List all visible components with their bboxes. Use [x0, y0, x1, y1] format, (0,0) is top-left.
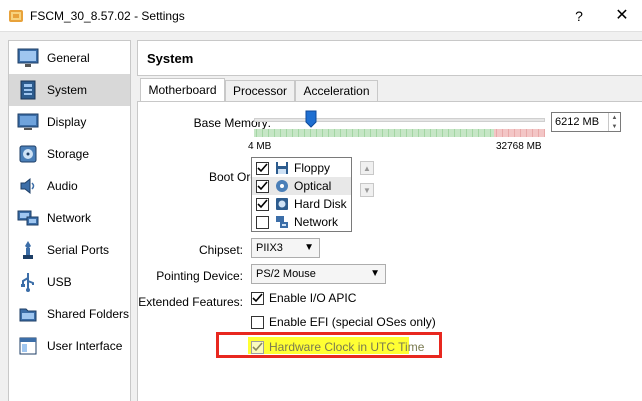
sidebar-item-label: Storage — [47, 147, 90, 161]
utc-label: Hardware Clock in UTC Time — [269, 340, 425, 354]
move-down-icon[interactable]: ▼ — [360, 183, 374, 197]
boot-item-label: Network — [294, 215, 339, 229]
sidebar-item-label: System — [47, 83, 88, 97]
sidebar-item-usb[interactable]: USB — [9, 266, 130, 298]
sidebar-item-display[interactable]: Display — [9, 106, 130, 138]
sidebar-item-general[interactable]: General — [9, 42, 130, 74]
sidebar-item-audio[interactable]: Audio — [9, 170, 130, 202]
move-up-icon[interactable]: ▲ — [360, 161, 374, 175]
title-bar: FSCM_30_8.57.02 - Settings ? ✕ — [0, 0, 642, 32]
extended-features-label: Extended Features: — [138, 295, 243, 309]
sidebar-item-label: Display — [47, 115, 87, 129]
boot-item-hard-disk[interactable]: Hard Disk — [252, 195, 351, 213]
boot-item-label: Floppy — [294, 161, 331, 175]
chipset-value: PIIX3 — [256, 242, 283, 254]
boot-item-floppy[interactable]: Floppy — [252, 159, 351, 177]
efi-label: Enable EFI (special OSes only) — [269, 315, 436, 329]
sidebar-item-label: Serial Ports — [47, 243, 110, 257]
monitor-icon — [17, 47, 39, 69]
section-header: System — [137, 40, 642, 76]
sidebar-item-storage[interactable]: Storage — [9, 138, 130, 170]
base-memory-value: 6212 MB — [555, 116, 600, 128]
sidebar-item-serial-ports[interactable]: Serial Ports — [9, 234, 130, 266]
sidebar-item-system[interactable]: System — [9, 74, 130, 106]
boot-item-label: Optical — [294, 179, 332, 193]
spin-up-icon[interactable]: ▲ — [609, 113, 620, 122]
sidebar-item-shared-folders[interactable]: Shared Folders — [9, 298, 130, 330]
ioapic-checkbox[interactable] — [251, 291, 264, 305]
speaker-icon — [17, 175, 39, 197]
sidebar-item-label: Audio — [47, 179, 78, 193]
sidebar-item-network[interactable]: Network — [9, 202, 130, 234]
section-title: System — [147, 51, 194, 66]
boot-order-list: Floppy Optical Hard Disk Network — [251, 157, 352, 232]
motherboard-icon — [17, 79, 39, 101]
sidebar-item-label: Shared Folders — [47, 307, 130, 321]
tab-motherboard[interactable]: Motherboard — [140, 78, 225, 101]
sidebar-item-label: USB — [47, 275, 72, 289]
hard-disk-checkbox[interactable] — [256, 197, 269, 211]
tab-acceleration[interactable]: Acceleration — [295, 80, 378, 102]
usb-icon — [17, 271, 39, 293]
boot-item-optical[interactable]: Optical — [252, 177, 351, 195]
motherboard-panel: Base Memory: 4 MB 32768 MB 6212 MB ▲ ▼ B… — [137, 101, 642, 401]
folder-icon — [17, 303, 39, 325]
ioapic-option[interactable]: Enable I/O APIC — [251, 291, 356, 305]
chevron-down-icon: ▼ — [370, 268, 380, 279]
pointing-device-label: Pointing Device: — [156, 269, 243, 283]
serial-port-icon — [17, 239, 39, 261]
boot-item-network[interactable]: Network — [252, 213, 351, 231]
network-icon — [17, 207, 39, 229]
window-icon — [17, 335, 39, 357]
base-memory-label: Base Memory: — [193, 116, 271, 130]
pointing-device-value: PS/2 Mouse — [256, 268, 316, 280]
sidebar-item-label: General — [47, 51, 90, 65]
efi-option[interactable]: Enable EFI (special OSes only) — [251, 315, 436, 329]
spin-down-icon[interactable]: ▼ — [609, 122, 620, 131]
window-title: FSCM_30_8.57.02 - Settings — [30, 9, 185, 23]
ioapic-label: Enable I/O APIC — [269, 291, 357, 305]
disk-icon — [17, 143, 39, 165]
base-memory-spinbox[interactable]: 6212 MB ▲ ▼ — [551, 112, 621, 132]
memory-safe-range — [254, 129, 494, 137]
chipset-label: Chipset: — [198, 243, 243, 257]
optical-icon — [274, 178, 290, 194]
boot-item-label: Hard Disk — [294, 197, 347, 211]
memory-max-label: 32768 MB — [496, 141, 542, 152]
network-checkbox[interactable] — [256, 215, 269, 229]
hard-disk-icon — [274, 196, 290, 212]
efi-checkbox[interactable] — [251, 315, 264, 329]
base-memory-slider-track[interactable] — [254, 118, 545, 122]
tab-processor[interactable]: Processor — [225, 80, 295, 102]
display-icon — [17, 111, 39, 133]
floppy-icon — [274, 160, 290, 176]
sidebar-item-user-interface[interactable]: User Interface — [9, 330, 130, 362]
chevron-down-icon: ▼ — [304, 242, 314, 253]
close-button[interactable]: ✕ — [607, 4, 637, 28]
base-memory-slider-handle[interactable] — [305, 110, 317, 128]
memory-min-label: 4 MB — [248, 141, 272, 152]
sidebar-item-label: Network — [47, 211, 92, 225]
memory-unsafe-range — [494, 129, 545, 137]
chipset-select[interactable]: PIIX3 ▼ — [251, 238, 320, 258]
utc-checkbox[interactable] — [251, 340, 264, 354]
settings-content: System Motherboard Processor Acceleratio… — [137, 40, 642, 401]
virtualbox-icon — [9, 10, 23, 22]
optical-checkbox[interactable] — [256, 179, 269, 193]
pointing-device-select[interactable]: PS/2 Mouse ▼ — [251, 264, 386, 284]
settings-sidebar: General System Display Storage Audio Net… — [8, 40, 131, 401]
utc-option[interactable]: Hardware Clock in UTC Time — [251, 340, 424, 354]
network-icon — [274, 214, 290, 230]
sidebar-item-label: User Interface — [47, 339, 123, 353]
floppy-checkbox[interactable] — [256, 161, 269, 175]
spinbox-arrows: ▲ ▼ — [608, 113, 620, 131]
help-button[interactable]: ? — [566, 4, 592, 28]
